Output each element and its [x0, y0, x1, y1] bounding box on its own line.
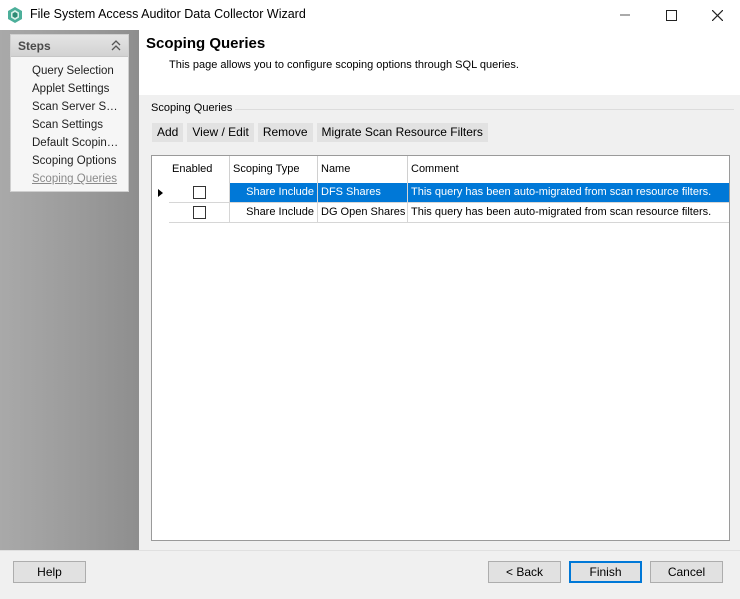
content-area: Scoping Queries Add View / Edit Remove M… — [139, 95, 740, 550]
view-edit-button[interactable]: View / Edit — [187, 123, 254, 142]
grid-header: Enabled Scoping Type Name Comment — [152, 156, 729, 183]
name-cell: DFS Shares — [318, 183, 408, 203]
queries-grid[interactable]: Enabled Scoping Type Name Comment Share … — [151, 155, 730, 541]
step-default-scoping-options[interactable]: Default Scoping Options — [32, 137, 124, 149]
step-scan-settings[interactable]: Scan Settings — [32, 119, 124, 131]
scoping-type-cell: Share Include — [230, 203, 318, 223]
row-header-column — [152, 156, 169, 183]
button-bar: Help < Back Finish Cancel — [0, 550, 740, 599]
collapse-chevron-icon[interactable] — [111, 40, 121, 52]
maximize-icon — [665, 9, 677, 21]
steps-header-label: Steps — [18, 39, 51, 53]
step-query-selection[interactable]: Query Selection — [32, 65, 124, 77]
finish-button[interactable]: Finish — [569, 561, 642, 583]
current-row-arrow-icon — [158, 189, 163, 197]
column-enabled[interactable]: Enabled — [169, 156, 230, 183]
close-icon — [711, 9, 723, 21]
maximize-button[interactable] — [648, 0, 694, 30]
minimize-button[interactable] — [602, 0, 648, 30]
name-cell: DG Open Shares — [318, 203, 408, 223]
step-scoping-options[interactable]: Scoping Options — [32, 155, 124, 167]
table-row[interactable]: Share Include DG Open Shares This query … — [152, 203, 729, 223]
step-applet-settings[interactable]: Applet Settings — [32, 83, 124, 95]
close-button[interactable] — [694, 0, 740, 30]
step-scan-server-selection[interactable]: Scan Server Selection — [32, 101, 124, 113]
column-scoping-type[interactable]: Scoping Type — [230, 156, 318, 183]
window-title: File System Access Auditor Data Collecto… — [30, 7, 306, 21]
cancel-button[interactable]: Cancel — [650, 561, 723, 583]
table-row[interactable]: Share Include DFS Shares This query has … — [152, 183, 729, 203]
title-bar: File System Access Auditor Data Collecto… — [0, 0, 740, 30]
add-button[interactable]: Add — [152, 123, 184, 142]
comment-cell: This query has been auto-migrated from s… — [408, 183, 729, 203]
minimize-icon — [620, 14, 630, 16]
queries-toolbar: Add View / Edit Remove Migrate Scan Reso… — [152, 123, 492, 142]
enabled-checkbox[interactable] — [193, 186, 206, 199]
app-logo-icon — [8, 7, 22, 23]
comment-cell: This query has been auto-migrated from s… — [408, 203, 729, 223]
page-description: This page allows you to configure scopin… — [169, 59, 519, 71]
scoping-type-cell: Share Include — [230, 183, 318, 203]
enabled-cell — [169, 203, 230, 223]
column-name[interactable]: Name — [318, 156, 408, 183]
steps-header[interactable]: Steps — [11, 35, 128, 57]
group-label: Scoping Queries — [151, 102, 236, 114]
steps-panel: Steps Query Selection Applet Settings Sc… — [0, 30, 139, 550]
column-comment[interactable]: Comment — [408, 156, 729, 183]
remove-button[interactable]: Remove — [257, 123, 313, 142]
step-scoping-queries[interactable]: Scoping Queries — [32, 173, 124, 185]
page-header: Scoping Queries This page allows you to … — [139, 30, 740, 95]
enabled-checkbox[interactable] — [193, 206, 206, 219]
steps-box: Steps Query Selection Applet Settings Sc… — [10, 34, 129, 192]
group-divider — [229, 109, 734, 110]
back-button[interactable]: < Back — [488, 561, 561, 583]
enabled-cell — [169, 183, 230, 203]
migrate-filters-button[interactable]: Migrate Scan Resource Filters — [316, 123, 488, 142]
page-title: Scoping Queries — [146, 35, 266, 52]
help-button[interactable]: Help — [13, 561, 86, 583]
